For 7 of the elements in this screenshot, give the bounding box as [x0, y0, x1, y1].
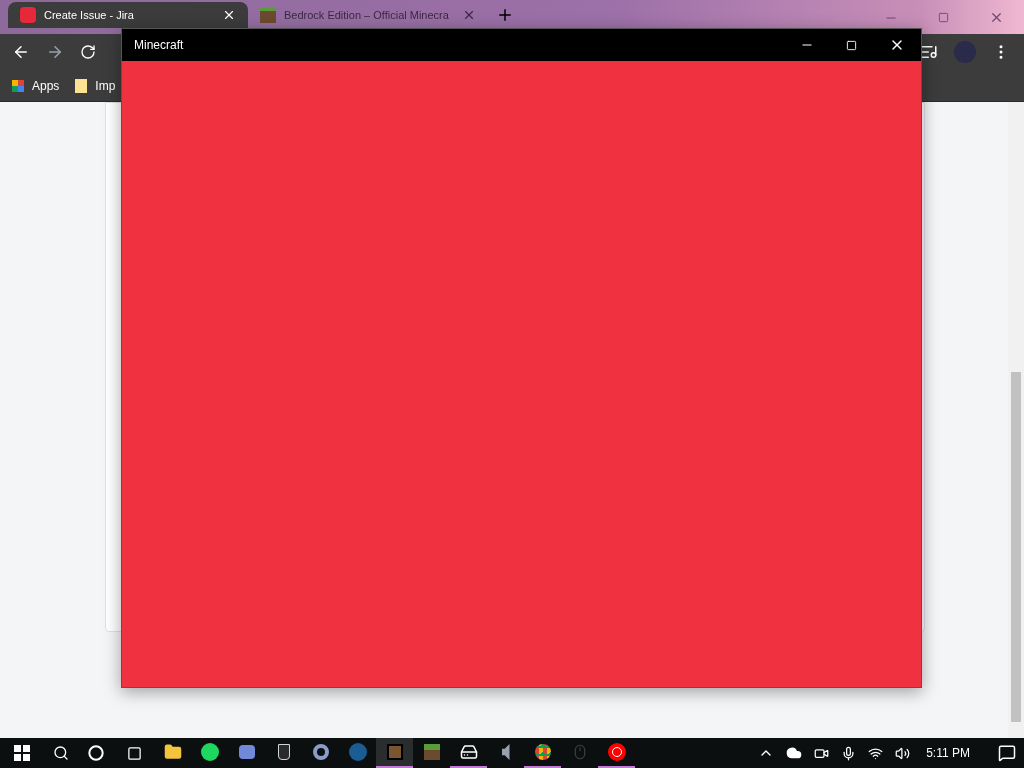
window-title: Minecraft	[133, 37, 184, 54]
bookmark-item[interactable]: Imp	[75, 76, 116, 95]
bookmark-item[interactable]: Apps	[12, 76, 60, 95]
clock[interactable]: 5:11 PM	[922, 744, 974, 762]
tab-title: Create Issue - Jira	[44, 7, 135, 23]
tab-title: Bedrock Edition – Official Minecra	[284, 7, 450, 23]
browser-tab[interactable]: Create Issue - Jira	[8, 2, 248, 28]
